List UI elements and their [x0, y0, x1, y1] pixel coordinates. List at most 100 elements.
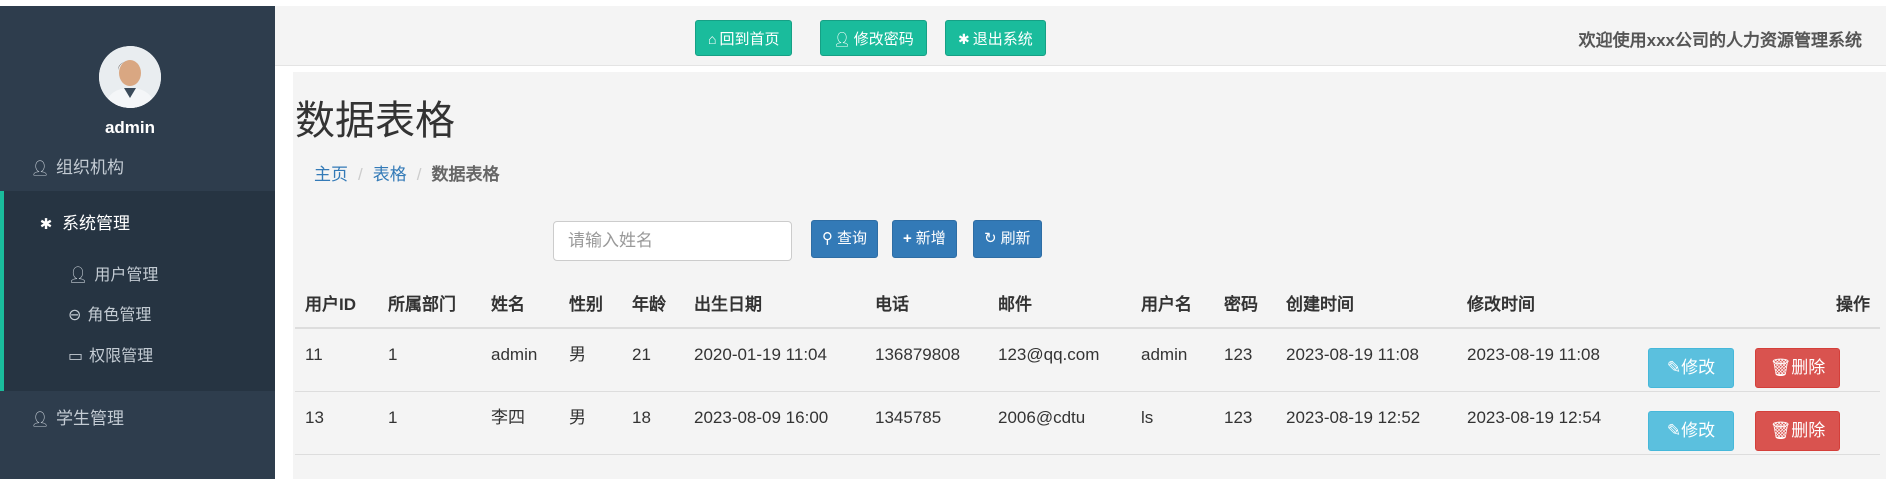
home-label: 回到首页: [719, 31, 780, 48]
cell-email: 123@qq.com: [998, 345, 1100, 364]
table-row: 11 1 admin 男 21 2020-01-19 11:04 1368798…: [295, 329, 1880, 392]
cell-phone: 136879808: [875, 345, 961, 364]
cell-phone: 1345785: [875, 408, 942, 427]
breadcrumb-current: 数据表格: [431, 165, 500, 184]
th-password: 密码: [1224, 295, 1258, 314]
cell-modified: 2023-08-19 11:08: [1467, 345, 1600, 364]
query-label: 查询: [837, 230, 868, 247]
avatar[interactable]: [99, 46, 161, 108]
th-phone: 电话: [875, 295, 909, 314]
cell-created: 2023-08-19 12:52: [1286, 408, 1421, 427]
cell-department: 1: [388, 408, 398, 427]
nav-student[interactable]: 👤︎ 学生管理: [0, 399, 275, 439]
refresh-icon: ↻: [984, 230, 997, 247]
user-icon: 👤︎: [833, 31, 851, 47]
cell-gender: 男: [569, 408, 586, 427]
nav-perm-label: 权限管理: [89, 348, 154, 365]
cell-password: 123: [1224, 345, 1253, 364]
breadcrumb-home[interactable]: 主页: [314, 165, 348, 184]
cell-name: admin: [491, 345, 538, 364]
cell-password: 123: [1224, 408, 1253, 427]
cell-username: ls: [1141, 408, 1154, 427]
cell-user-id: 11: [305, 345, 323, 364]
th-created: 创建时间: [1286, 295, 1354, 314]
delete-button[interactable]: 🗑︎删除: [1755, 348, 1840, 388]
th-actions: 操作: [1836, 295, 1870, 314]
cell-created: 2023-08-19 11:08: [1286, 345, 1419, 364]
trash-icon: 🗑︎: [1769, 421, 1792, 440]
breadcrumb-separator: /: [358, 165, 363, 184]
cell-gender: 男: [569, 345, 586, 364]
logout-button[interactable]: ✱ 退出系统: [945, 20, 1046, 56]
sidebar: admin 👤︎ 组织机构 ✱ 系统管理 👤︎ 用户管理 ⊖ 角色管理 ▭ 权限管理 👤︎…: [0, 6, 275, 479]
cell-birthdate: 2023-08-09 16:00: [694, 408, 829, 427]
plus-icon: +: [903, 230, 912, 247]
edit-label: 修改: [1681, 358, 1716, 377]
delete-button[interactable]: 🗑︎删除: [1755, 411, 1840, 451]
cell-modified: 2023-08-19 12:54: [1467, 408, 1602, 427]
breadcrumb-table[interactable]: 表格: [373, 165, 407, 184]
edit-button[interactable]: ✎修改: [1648, 348, 1734, 388]
cell-name: 李四: [491, 408, 525, 427]
home-button[interactable]: ⌂ 回到首页: [695, 20, 793, 56]
change-password-button[interactable]: 👤︎ 修改密码: [820, 20, 927, 56]
logout-label: 退出系统: [972, 31, 1033, 48]
nav-permission-management[interactable]: ▭ 权限管理: [0, 340, 275, 374]
add-label: 新增: [915, 230, 946, 247]
nav-org-label: 组织机构: [56, 158, 124, 177]
pencil-icon: ✎: [1666, 358, 1682, 377]
asterisk-icon: ✱: [958, 31, 970, 47]
nav-role-label: 角色管理: [87, 307, 152, 324]
th-user-id: 用户ID: [305, 295, 356, 314]
avatar-image: [99, 46, 161, 108]
search-name-input[interactable]: [553, 221, 792, 261]
add-button[interactable]: + 新增: [892, 220, 957, 258]
th-birthdate: 出生日期: [694, 295, 762, 314]
pencil-icon: ✎: [1666, 421, 1682, 440]
username: admin: [104, 118, 156, 137]
cell-age: 21: [632, 345, 651, 364]
th-department: 所属部门: [388, 295, 456, 314]
th-username: 用户名: [1141, 295, 1192, 314]
cell-department: 1: [388, 345, 398, 364]
table-row: 13 1 李四 男 18 2023-08-09 16:00 1345785 20…: [295, 392, 1880, 455]
asterisk-icon: ✱: [39, 216, 53, 233]
user-icon: 👤︎: [30, 160, 50, 177]
refresh-button[interactable]: ↻ 刷新: [973, 220, 1042, 258]
welcome-text: 欢迎使用xxx公司的人力资源管理系统: [1578, 31, 1862, 50]
trash-icon: 🗑︎: [1769, 358, 1792, 377]
th-age: 年龄: [632, 295, 666, 314]
inbox-icon: ▭: [68, 348, 84, 365]
nav-student-label: 学生管理: [56, 409, 124, 428]
nav-user-label: 用户管理: [94, 267, 159, 284]
th-gender: 性别: [569, 295, 603, 314]
breadcrumb-separator: /: [416, 165, 422, 184]
nav-user-management[interactable]: 👤︎ 用户管理: [0, 259, 275, 293]
nav-sys[interactable]: ✱ 系统管理: [0, 204, 275, 244]
delete-label: 删除: [1791, 421, 1826, 440]
nav-role-management[interactable]: ⊖ 角色管理: [0, 299, 275, 333]
th-modified: 修改时间: [1467, 295, 1535, 314]
delete-label: 删除: [1791, 358, 1826, 377]
page-title: 数据表格: [295, 99, 455, 143]
user-icon: 👤︎: [68, 267, 89, 284]
minus-circle-icon: ⊖: [68, 307, 82, 324]
home-icon: ⌂: [708, 31, 717, 47]
nav-sys-label: 系统管理: [62, 214, 130, 233]
cell-email: 2006@cdtu: [998, 408, 1086, 427]
search-icon: ⚲: [822, 230, 833, 247]
nav-org[interactable]: 👤︎ 组织机构: [0, 148, 275, 188]
change-password-label: 修改密码: [853, 31, 914, 48]
refresh-label: 刷新: [1000, 230, 1031, 247]
cell-user-id: 13: [305, 408, 324, 427]
cell-birthdate: 2020-01-19 11:04: [694, 345, 827, 364]
breadcrumb: 主页 / 表格 / 数据表格: [314, 160, 499, 185]
th-name: 姓名: [491, 295, 525, 314]
cell-age: 18: [632, 408, 651, 427]
cell-username: admin: [1141, 345, 1188, 364]
topbar: ⌂ 回到首页 👤︎ 修改密码 ✱ 退出系统 欢迎使用xxx公司的人力资源管理系统: [275, 6, 1886, 66]
user-icon: 👤︎: [30, 411, 50, 428]
edit-button[interactable]: ✎修改: [1648, 411, 1734, 451]
query-button[interactable]: ⚲ 查询: [811, 220, 879, 258]
edit-label: 修改: [1681, 421, 1716, 440]
